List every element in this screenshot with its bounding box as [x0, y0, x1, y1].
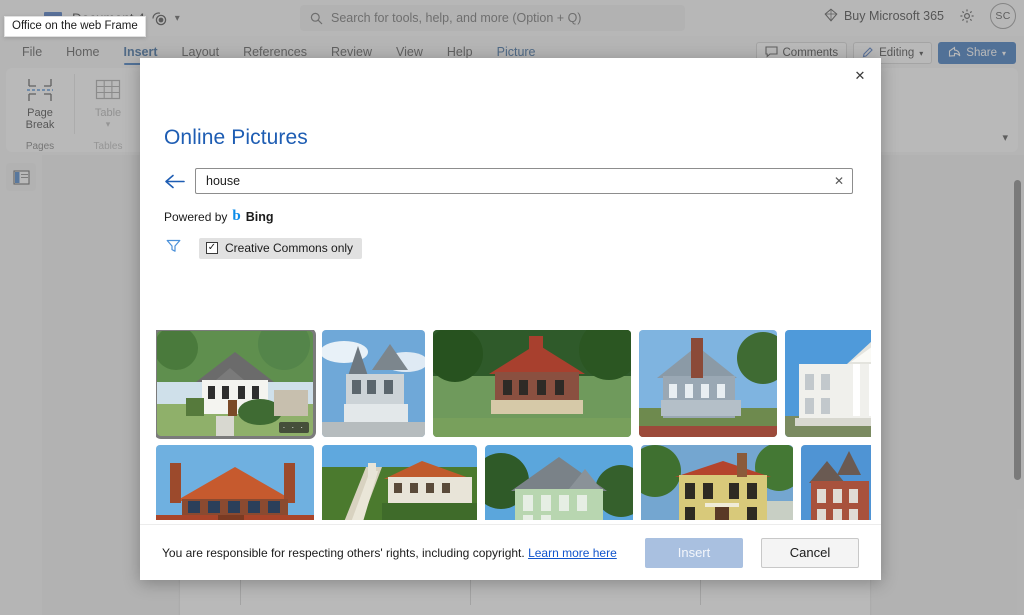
diamond-icon	[824, 8, 838, 25]
table-chevron-down-icon: ▾	[105, 119, 111, 129]
table-button[interactable]: Table ▾	[82, 72, 134, 139]
ribbon-group-tables: Table ▾ Tables	[74, 68, 142, 152]
learn-more-link[interactable]: Learn more here	[528, 546, 617, 560]
image-result-tile[interactable]: · · ·	[156, 330, 316, 439]
filter-icon[interactable]	[166, 239, 181, 258]
share-button[interactable]: Share ▾	[938, 42, 1016, 64]
avatar[interactable]: SC	[990, 3, 1016, 29]
app-window: Document 4 ▾ Buy Microsoft 365	[0, 0, 1024, 615]
navigation-pane-icon[interactable]	[6, 163, 36, 191]
image-result-tile[interactable]	[801, 445, 871, 520]
share-label: Share	[966, 47, 997, 59]
cancel-button[interactable]: Cancel	[761, 537, 859, 568]
creative-commons-label: Creative Commons only	[225, 241, 354, 255]
image-result-tile[interactable]	[322, 330, 425, 437]
bing-search-input[interactable]	[206, 174, 828, 188]
results-row: · · ·	[156, 330, 871, 439]
tab-file[interactable]: File	[10, 43, 54, 64]
ribbon-group-label-tables: Tables	[93, 141, 123, 152]
back-arrow-icon[interactable]	[164, 174, 185, 189]
buy-microsoft-365-button[interactable]: Buy Microsoft 365	[824, 8, 944, 25]
image-result-tile[interactable]	[639, 330, 777, 437]
image-result-tile[interactable]	[785, 330, 871, 437]
dialog-title: Online Pictures	[164, 126, 308, 149]
share-icon	[948, 45, 961, 61]
powered-by-label: Powered by	[164, 209, 228, 224]
table-label: Table	[94, 107, 122, 119]
page-break-label: Page Break	[25, 107, 55, 131]
editing-chevron-down-icon: ▾	[919, 48, 924, 58]
creative-commons-filter[interactable]: ✓ Creative Commons only	[199, 238, 363, 259]
autosave-icon[interactable]	[152, 11, 167, 26]
image-result-tile[interactable]	[433, 330, 631, 437]
app-search-input[interactable]	[331, 11, 675, 25]
image-result-tile[interactable]	[485, 445, 633, 520]
powered-by-bing: Powered by b Bing	[164, 209, 881, 224]
dialog-search-row: ✕	[164, 168, 853, 194]
ribbon-collapse-chevron-down-icon[interactable]: ▾	[1002, 131, 1008, 144]
insert-button[interactable]: Insert	[645, 537, 743, 568]
bing-label: Bing	[245, 209, 274, 224]
buy-microsoft-365-label: Buy Microsoft 365	[843, 9, 944, 23]
results-row	[156, 445, 871, 520]
tab-home[interactable]: Home	[54, 43, 111, 64]
title-bar: Document 4 ▾ Buy Microsoft 365	[0, 0, 1024, 36]
image-results-grid[interactable]: · · ·	[156, 330, 871, 520]
image-result-tile[interactable]	[322, 445, 477, 520]
gear-icon[interactable]	[954, 3, 980, 29]
app-search-box[interactable]	[300, 5, 685, 31]
dialog-footer: You are responsible for respecting other…	[140, 524, 881, 580]
ribbon-group-label-pages: Pages	[25, 141, 55, 152]
filter-row: ✓ Creative Commons only	[166, 238, 881, 259]
search-icon	[310, 12, 323, 25]
page-break-icon	[25, 75, 55, 105]
page-break-button[interactable]: Page Break	[14, 72, 66, 139]
bing-logo-icon: b	[232, 208, 241, 224]
creative-commons-checkbox[interactable]: ✓	[206, 242, 218, 254]
table-icon	[94, 75, 122, 105]
copyright-note: You are responsible for respecting other…	[162, 546, 617, 560]
close-icon[interactable]: ✕	[847, 64, 873, 88]
ribbon-group-pages: Page Break Pages	[6, 68, 74, 152]
bing-search-box[interactable]: ✕	[195, 168, 853, 194]
title-bar-actions: Buy Microsoft 365 SC	[824, 3, 1016, 29]
left-rail	[0, 155, 42, 615]
image-result-tile[interactable]	[641, 445, 793, 520]
online-pictures-dialog: ✕ Online Pictures ✕ Powered by b Bing ✓ …	[140, 58, 881, 580]
editing-label: Editing	[879, 47, 915, 59]
share-chevron-down-icon: ▾	[1001, 48, 1006, 58]
copyright-note-text: You are responsible for respecting other…	[162, 545, 525, 560]
frame-tooltip: Office on the web Frame	[4, 16, 146, 37]
dialog-buttons: Insert Cancel	[645, 537, 859, 568]
title-chevron-down-icon[interactable]: ▾	[175, 13, 180, 24]
vertical-scrollbar[interactable]	[1014, 180, 1021, 480]
image-result-tile[interactable]	[156, 445, 314, 520]
tile-overflow-badge[interactable]: · · ·	[278, 422, 309, 433]
clear-icon[interactable]: ✕	[828, 174, 844, 188]
